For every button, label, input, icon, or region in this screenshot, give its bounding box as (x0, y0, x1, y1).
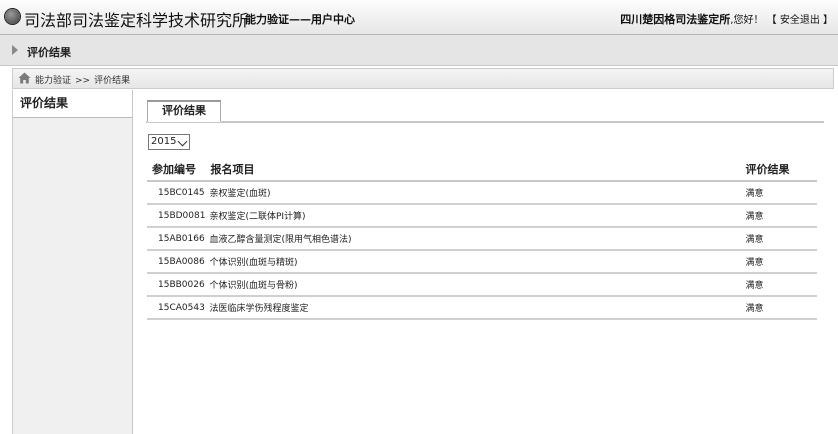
sidebar: 评价结果 (12, 90, 133, 434)
breadcrumb-item-capability-verification[interactable]: 能力验证 (35, 76, 71, 86)
tab-underline (146, 121, 824, 123)
cell-result: 满意 (740, 296, 817, 320)
table-row: 15BD0081 亲权鉴定(二联体PI计算) 满意 (147, 204, 817, 228)
table-header-row: 参加编号 报名项目 评价结果 (147, 158, 817, 182)
logo-icon (5, 9, 20, 24)
column-header-result: 评价结果 (740, 158, 817, 182)
year-select[interactable]: 2015 (148, 134, 190, 150)
year-select-value: 2015 (151, 136, 177, 147)
breadcrumb-separator: >> (75, 76, 91, 86)
main-content: 评价结果 2015 参加编号 报名项目 评价结果 15BC0145 亲权鉴定(血… (133, 90, 838, 434)
table-row: 15BC0145 亲权鉴定(血斑) 满意 (147, 181, 817, 205)
table-row: 15AB0166 血液乙醇含量测定(限用气相色谱法) 满意 (147, 227, 817, 251)
cell-id: 15BB0026 (147, 273, 206, 297)
cell-id: 15CA0543 (147, 296, 206, 320)
cell-project: 个体识别(血斑与骨粉) (205, 273, 741, 297)
cell-id: 15AB0166 (147, 227, 206, 251)
column-header-project: 报名项目 (205, 158, 741, 182)
sidebar-item-evaluation-result[interactable]: 评价结果 (13, 90, 132, 118)
logout-link[interactable]: 【 安全退出 】 (767, 15, 833, 26)
cell-id: 15BD0081 (147, 204, 206, 228)
results-table: 参加编号 报名项目 评价结果 15BC0145 亲权鉴定(血斑) 满意 15BD… (147, 158, 817, 320)
table-row: 15BA0086 个体识别(血斑与精斑) 满意 (147, 250, 817, 274)
cell-result: 满意 (740, 250, 817, 274)
triangle-right-icon (12, 45, 18, 55)
cell-id: 15BA0086 (147, 250, 206, 274)
greeting-text: ,您好！ (730, 15, 764, 26)
tab-evaluation-result[interactable]: 评价结果 (147, 100, 221, 122)
user-org-name: 四川楚因格司法鉴定所 (620, 13, 731, 26)
cell-id: 15BC0145 (147, 181, 206, 205)
cell-result: 满意 (740, 227, 817, 251)
cell-result: 满意 (740, 273, 817, 297)
cell-project: 亲权鉴定(血斑) (205, 181, 741, 205)
chevron-down-icon (177, 136, 188, 147)
cell-project: 个体识别(血斑与精斑) (205, 250, 741, 274)
section-title: 评价结果 (27, 46, 71, 59)
table-row: 15BB0026 个体识别(血斑与骨粉) 满意 (147, 273, 817, 297)
cell-project: 血液乙醇含量测定(限用气相色谱法) (205, 227, 741, 251)
cell-project: 法医临床学伤残程度鉴定 (205, 296, 741, 320)
cell-project: 亲权鉴定(二联体PI计算) (205, 204, 741, 228)
column-header-id: 参加编号 (147, 158, 206, 182)
header-bar: 司法部司法鉴定科学技术研究所 能力验证——用户中心 四川楚因格司法鉴定所,您好！… (0, 0, 838, 35)
app-subtitle: 能力验证——用户中心 (245, 13, 355, 26)
breadcrumb: 能力验证 >> 评价结果 (12, 68, 834, 89)
breadcrumb-item-evaluation-result: 评价结果 (94, 76, 131, 86)
cell-result: 满意 (740, 181, 817, 205)
user-area: 四川楚因格司法鉴定所,您好！ 【 安全退出 】 (620, 11, 833, 27)
cell-result: 满意 (740, 204, 817, 228)
home-icon[interactable] (18, 72, 31, 84)
app-title: 司法部司法鉴定科学技术研究所 (24, 11, 249, 30)
table-row: 15CA0543 法医临床学伤残程度鉴定 满意 (147, 296, 817, 320)
section-bar: 评价结果 (0, 35, 838, 66)
